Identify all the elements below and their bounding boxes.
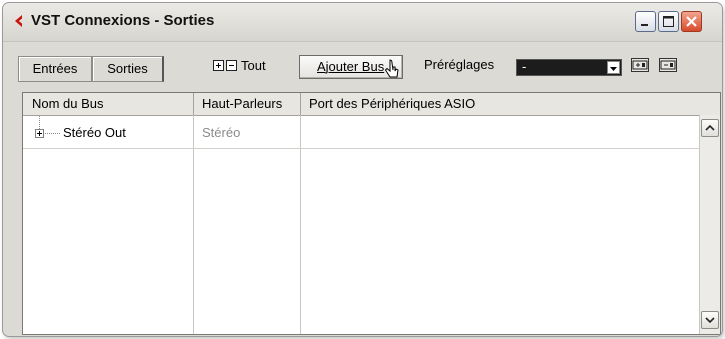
- tree-connector: [45, 133, 60, 134]
- close-icon: [686, 16, 697, 27]
- collapse-all-icon[interactable]: [226, 60, 237, 71]
- tab-entrees[interactable]: Entrées: [18, 56, 92, 82]
- tree-connector: [39, 116, 40, 129]
- maximize-icon: [663, 16, 674, 27]
- table-row: [23, 148, 700, 149]
- remove-preset-icon: [660, 60, 676, 70]
- mouse-pointer-icon: [384, 59, 399, 78]
- store-preset-button[interactable]: [631, 58, 649, 72]
- bus-table: Nom du Bus Haut-Parleurs Port des Périph…: [22, 92, 721, 335]
- tab-sorties[interactable]: Sorties: [92, 56, 164, 82]
- bus-name-cell[interactable]: Stéréo Out: [63, 125, 126, 140]
- presets-dropdown-value: -: [522, 59, 527, 74]
- column-header-bus-name[interactable]: Nom du Bus: [23, 93, 193, 115]
- expand-all-icon[interactable]: [213, 60, 224, 71]
- remove-preset-button[interactable]: [659, 58, 677, 72]
- window-title: VST Connexions - Sorties: [31, 12, 215, 29]
- presets-dropdown[interactable]: -: [516, 59, 622, 76]
- close-button[interactable]: [681, 11, 702, 32]
- speakers-cell[interactable]: Stéréo: [202, 125, 240, 140]
- tout-label: Tout: [241, 58, 266, 73]
- column-header-speakers[interactable]: Haut-Parleurs: [193, 93, 300, 115]
- vst-connections-window: VST Connexions - Sorties Entrées Sorties: [3, 3, 722, 336]
- vertical-scrollbar[interactable]: [699, 115, 720, 334]
- title-bar[interactable]: VST Connexions - Sorties: [3, 3, 722, 42]
- presets-label: Préréglages: [424, 57, 495, 72]
- column-header-asio-port[interactable]: Port des Périphériques ASIO: [300, 93, 698, 115]
- store-preset-icon: [632, 60, 648, 70]
- chevron-down-icon: [607, 61, 620, 74]
- expand-row-icon[interactable]: [35, 129, 44, 138]
- scroll-up-button[interactable]: [701, 119, 719, 137]
- add-bus-label: Ajouter Bus: [317, 59, 385, 74]
- minimize-button[interactable]: [635, 11, 656, 32]
- table-header: Nom du Bus Haut-Parleurs Port des Périph…: [23, 93, 720, 116]
- chevron-down-icon: [705, 317, 715, 324]
- scroll-down-button[interactable]: [701, 311, 719, 329]
- cubase-logo-icon: [15, 15, 22, 27]
- maximize-button[interactable]: [658, 11, 679, 32]
- chevron-up-icon: [705, 124, 715, 131]
- minimize-icon: [641, 24, 648, 26]
